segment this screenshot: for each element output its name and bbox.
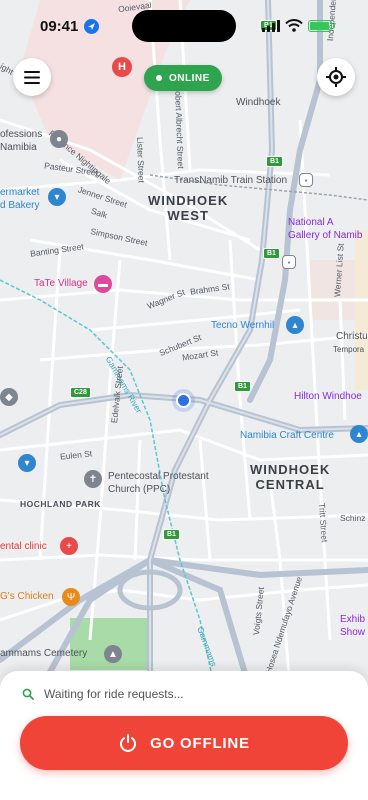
shopping-bag-icon[interactable]: ▴ (286, 316, 304, 334)
area-label: HOCHLAND PARK (20, 499, 101, 509)
shopping-cart-icon[interactable]: ▾ (18, 454, 36, 472)
shopping-bag-icon[interactable]: ▴ (350, 425, 368, 443)
route-shield: C28 (70, 387, 91, 398)
crosshair-icon (326, 67, 346, 87)
area-label: WINDHOEK WEST (148, 193, 229, 223)
clock: 09:41 (40, 18, 79, 35)
place-label: Pentecostal Protestant Church (PPC) (108, 471, 209, 495)
place-label: ental clinic (0, 541, 47, 552)
menu-button[interactable] (13, 58, 51, 96)
shopping-cart-icon[interactable]: ▾ (48, 188, 66, 206)
place-label: Exhib Show (340, 614, 366, 638)
dynamic-island (132, 10, 236, 42)
go-offline-button[interactable]: GO OFFLINE (20, 716, 348, 770)
train-station-icon[interactable]: ▪ (299, 173, 313, 187)
current-location-dot (176, 393, 191, 408)
place-label: Christu (336, 331, 368, 342)
go-offline-label: GO OFFLINE (150, 734, 250, 752)
battery-icon (308, 20, 335, 32)
power-icon (120, 734, 137, 752)
waiting-status-text: Waiting for ride requests... (44, 687, 184, 701)
place-label: Tecno Wernhil (211, 320, 275, 331)
hotel-icon[interactable]: ▬ (94, 275, 112, 293)
hospital-icon[interactable]: H (112, 57, 132, 77)
place-label: Namibia Craft Centre (240, 430, 334, 441)
waiting-status: Waiting for ride requests... (22, 687, 184, 701)
place-label: ermarket d Bakery (0, 187, 40, 211)
place-label: National A Gallery of Namib (288, 217, 363, 241)
place-label: G's Chicken (0, 591, 54, 602)
place-label: TaTe Village (34, 278, 88, 289)
school-icon[interactable]: ◆ (0, 388, 18, 406)
signal-icon (262, 20, 280, 32)
church-icon[interactable]: ✝ (84, 470, 102, 488)
place-label: TransNamib Train Station (174, 175, 288, 186)
place-label: ofessions Namibia (0, 129, 43, 153)
place-label: Windhoek (236, 97, 281, 108)
map-view[interactable]: WINDHOEK WEST WINDHOEK CENTRAL HOCHLAND … (0, 0, 368, 690)
wifi-icon (285, 19, 303, 32)
status-bar: 09:41 (0, 0, 368, 52)
area-label: WINDHOEK CENTRAL (250, 462, 331, 492)
online-status-label: ONLINE (169, 72, 210, 84)
driver-home-screen: WINDHOEK WEST WINDHOEK CENTRAL HOCHLAND … (0, 0, 368, 800)
route-shield: B1 (234, 381, 251, 392)
medical-icon[interactable]: + (60, 537, 78, 555)
street-label: Schinz (340, 513, 366, 523)
search-icon (22, 688, 34, 700)
hamburger-icon (24, 70, 40, 84)
place-label: ammams Cemetery (0, 648, 88, 659)
route-shield: B1 (263, 248, 280, 259)
place-label: Hilton Windhoe (294, 391, 362, 402)
location-services-icon (84, 19, 99, 34)
online-status-badge: ONLINE (144, 65, 222, 91)
online-indicator-dot (156, 75, 162, 81)
bus-stop-icon[interactable]: ▪ (282, 255, 296, 269)
cemetery-icon[interactable]: ▲ (104, 645, 122, 663)
restaurant-icon[interactable]: Ψ (62, 588, 80, 606)
route-shield: B1 (266, 156, 283, 167)
bottom-sheet: Waiting for ride requests... GO OFFLINE (0, 671, 368, 800)
route-shield: B1 (163, 529, 180, 540)
recenter-location-button[interactable] (317, 58, 355, 96)
street-label: Lister Street (135, 136, 147, 183)
landmark-icon[interactable]: ● (50, 130, 68, 148)
place-label: Tempora (333, 345, 365, 354)
